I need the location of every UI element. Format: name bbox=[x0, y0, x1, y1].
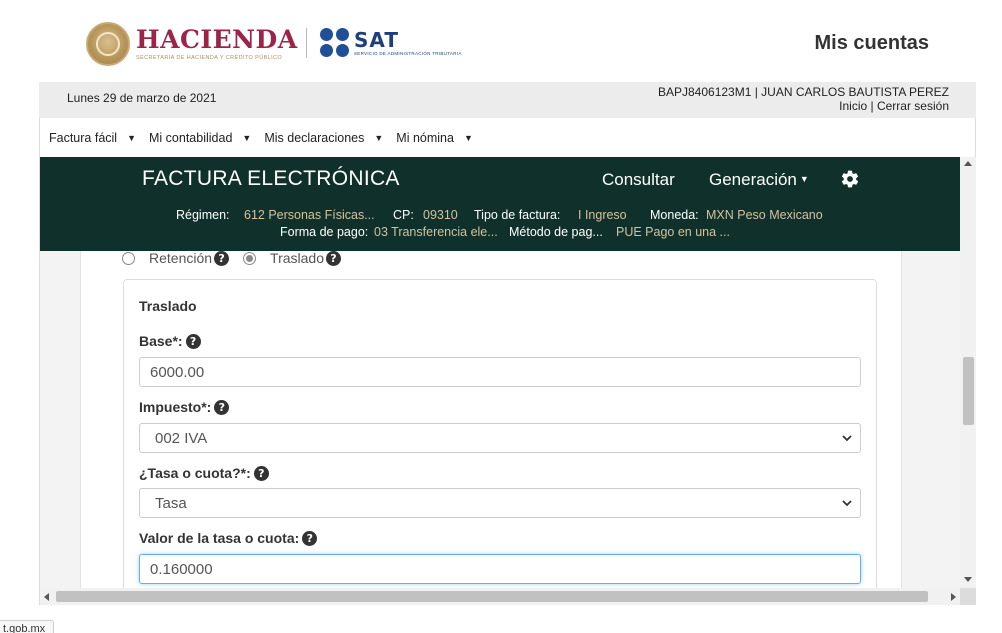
mis-cuentas-title: Mis cuentas bbox=[814, 32, 929, 54]
caret-down-icon: ▼ bbox=[463, 132, 473, 143]
base-input[interactable] bbox=[139, 357, 861, 387]
forma-pago-value: 03 Transferencia ele... bbox=[374, 225, 498, 239]
gear-icon[interactable] bbox=[840, 169, 860, 189]
scroll-right-icon[interactable] bbox=[951, 593, 956, 601]
traslado-label: Traslado bbox=[270, 250, 324, 266]
hacienda-title: HACIENDA bbox=[136, 25, 298, 54]
hacienda-logo[interactable]: HACIENDA SECRETARÍA DE HACIENDA Y CRÉDIT… bbox=[86, 22, 298, 66]
impuesto-select[interactable]: 002 IVA bbox=[139, 423, 861, 453]
regimen-label: Régimen: bbox=[176, 208, 230, 222]
menu-label: Mi contabilidad bbox=[149, 130, 233, 145]
menu-mis-declaraciones[interactable]: Mis declaraciones ▼ bbox=[264, 131, 383, 145]
help-icon[interactable]: ? bbox=[326, 250, 341, 266]
help-icon[interactable]: ? bbox=[214, 399, 230, 415]
caret-down-icon: ▼ bbox=[242, 132, 252, 143]
impuesto-label: Impuesto*:? bbox=[139, 399, 230, 415]
content-area: FACTURA ELECTRÓNICA Consultar Generación… bbox=[40, 157, 960, 599]
menu-factura-facil[interactable]: Factura fácil ▼ bbox=[49, 131, 136, 145]
vertical-scrollbar[interactable] bbox=[960, 157, 976, 588]
tipo-factura-label: Tipo de factura: bbox=[474, 208, 561, 222]
scroll-down-icon[interactable] bbox=[964, 577, 972, 582]
chevron-down-icon bbox=[842, 500, 852, 507]
cp-label: CP: bbox=[393, 208, 414, 222]
menu-mi-contabilidad[interactable]: Mi contabilidad ▼ bbox=[149, 131, 251, 145]
base-label-text: Base*: bbox=[139, 333, 183, 349]
impuesto-label-text: Impuesto*: bbox=[139, 399, 212, 415]
help-icon[interactable]: ? bbox=[253, 465, 269, 481]
moneda-value: MXN Peso Mexicano bbox=[706, 208, 823, 222]
link-separator: | bbox=[867, 99, 877, 113]
nav-generacion[interactable]: Generación ▼ bbox=[709, 170, 809, 190]
user-info: BAPJ8406123M1 | JUAN CARLOS BAUTISTA PER… bbox=[658, 85, 949, 113]
status-url-tooltip: t.gob.mx bbox=[0, 620, 55, 633]
valor-tasa-label: Valor de la tasa o cuota:? bbox=[139, 530, 318, 546]
help-icon[interactable]: ? bbox=[302, 530, 318, 546]
factura-title: FACTURA ELECTRÓNICA bbox=[142, 167, 400, 190]
tasa-cuota-label: ¿Tasa o cuota?*:? bbox=[139, 465, 269, 481]
traslado-radio[interactable] bbox=[243, 251, 257, 265]
current-date: Lunes 29 de marzo de 2021 bbox=[67, 91, 217, 105]
base-label: Base*:? bbox=[139, 333, 201, 349]
sat-subtitle: SERVICIO DE ADMINISTRACIÓN TRIBUTARIA bbox=[354, 51, 462, 56]
regimen-value: 612 Personas Físicas... bbox=[244, 208, 375, 222]
sat-title: SAT bbox=[354, 28, 399, 52]
mexico-seal-icon bbox=[86, 22, 130, 66]
tasa-cuota-select[interactable]: Tasa bbox=[139, 488, 861, 518]
scroll-left-icon[interactable] bbox=[44, 593, 49, 601]
traslado-panel: Traslado Base*:? Impuesto*:? 002 IVA ¿Ta… bbox=[123, 279, 877, 599]
info-bar: Lunes 29 de marzo de 2021 BAPJ8406123M1 … bbox=[39, 82, 976, 118]
content-viewport: FACTURA ELECTRÓNICA Consultar Generación… bbox=[39, 157, 976, 605]
help-icon[interactable]: ? bbox=[185, 333, 201, 349]
panel-title: Traslado bbox=[139, 298, 197, 314]
inicio-link[interactable]: Inicio bbox=[839, 99, 867, 113]
metodo-pago-label: Método de pag... bbox=[509, 225, 603, 239]
menu-label: Mi nómina bbox=[396, 130, 454, 145]
sat-dots-icon bbox=[320, 28, 350, 58]
caret-down-icon: ▼ bbox=[127, 132, 137, 143]
menu-label: Mis declaraciones bbox=[264, 130, 365, 145]
menu-mi-nomina[interactable]: Mi nómina ▼ bbox=[396, 131, 473, 145]
scroll-up-icon[interactable] bbox=[964, 161, 972, 166]
sat-logo[interactable]: SAT SERVICIO DE ADMINISTRACIÓN TRIBUTARI… bbox=[320, 28, 462, 58]
hacienda-subtitle: SECRETARÍA DE HACIENDA Y CRÉDITO PÚBLICO bbox=[136, 55, 283, 61]
tipo-factura-value: I Ingreso bbox=[578, 208, 627, 222]
impuesto-selected: 002 IVA bbox=[155, 429, 208, 447]
moneda-label: Moneda: bbox=[650, 208, 699, 222]
nav-consultar[interactable]: Consultar bbox=[602, 170, 675, 190]
caret-down-icon: ▼ bbox=[799, 174, 809, 184]
user-rfc-name: BAPJ8406123M1 | JUAN CARLOS BAUTISTA PER… bbox=[658, 85, 949, 99]
retencion-radio[interactable] bbox=[122, 251, 135, 265]
forma-pago-label: Forma de pago: bbox=[280, 225, 369, 239]
help-icon[interactable]: ? bbox=[214, 250, 230, 266]
vertical-scroll-thumb[interactable] bbox=[963, 357, 974, 425]
horizontal-scrollbar[interactable] bbox=[40, 588, 960, 605]
valor-tasa-label-text: Valor de la tasa o cuota: bbox=[139, 530, 300, 546]
retencion-label: Retención bbox=[149, 250, 213, 266]
tasa-cuota-selected: Tasa bbox=[155, 494, 187, 512]
impuesto-tipo-radios: Retención ? Traslado ? bbox=[122, 250, 341, 266]
factura-header: FACTURA ELECTRÓNICA Consultar Generación… bbox=[40, 157, 960, 251]
menu-label: Factura fácil bbox=[49, 130, 118, 145]
valor-tasa-input[interactable] bbox=[139, 554, 861, 584]
horizontal-scroll-thumb[interactable] bbox=[56, 591, 928, 602]
nav-generacion-label: Generación bbox=[709, 170, 797, 189]
main-menu: Factura fácil ▼ Mi contabilidad ▼ Mis decl… bbox=[39, 118, 976, 157]
top-header: HACIENDA SECRETARÍA DE HACIENDA Y CRÉDIT… bbox=[0, 0, 1002, 82]
cp-value: 09310 bbox=[423, 208, 458, 222]
cerrar-sesion-link[interactable]: Cerrar sesión bbox=[877, 99, 949, 113]
metodo-pago-value: PUE Pago en una ... bbox=[616, 225, 730, 239]
scrollbar-corner bbox=[960, 588, 976, 605]
tasa-cuota-label-text: ¿Tasa o cuota?*: bbox=[139, 465, 251, 481]
logo-divider bbox=[306, 28, 307, 58]
caret-down-icon: ▼ bbox=[374, 132, 384, 143]
chevron-down-icon bbox=[842, 435, 852, 442]
session-links: Inicio | Cerrar sesión bbox=[658, 99, 949, 113]
